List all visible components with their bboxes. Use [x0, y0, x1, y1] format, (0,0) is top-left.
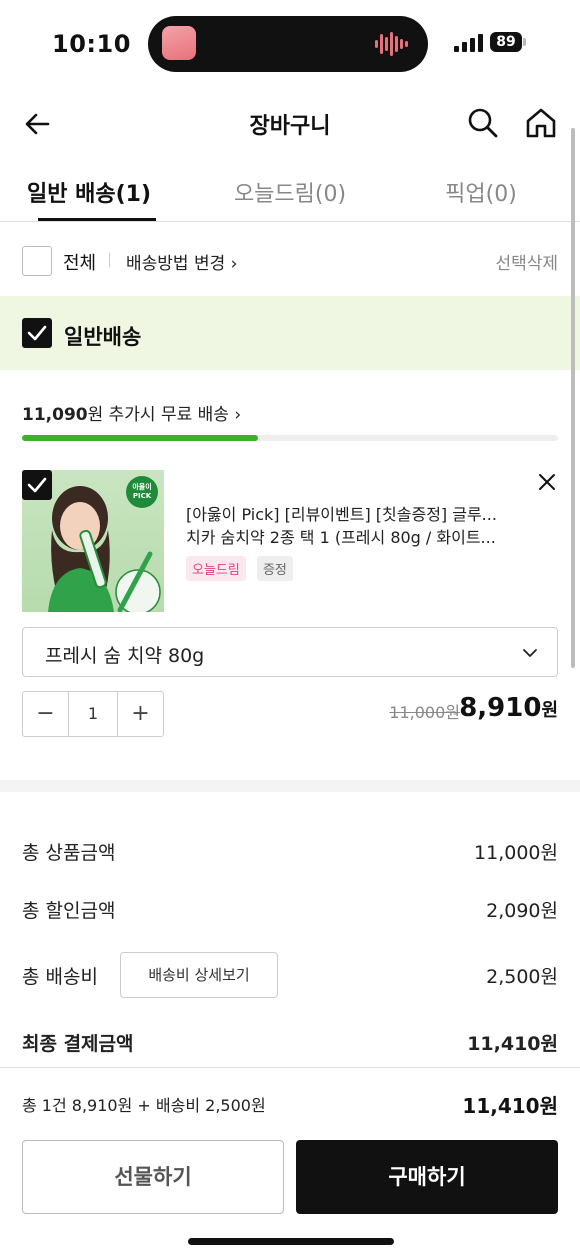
free-shipping-notice[interactable]: 11,090원 추가시 무료 배송 ›: [22, 400, 241, 425]
gift-button[interactable]: 선물하기: [22, 1140, 284, 1214]
checkout-summary: 총 1건 8,910원 + 배송비 2,500원: [22, 1096, 266, 1115]
product-title-line-1: [아욿이 Pick] [리뷰이벤트] [칫솔증정] 글루...: [186, 505, 497, 524]
free-shipping-progress: [22, 435, 558, 441]
buy-button[interactable]: 구매하기: [296, 1140, 558, 1214]
product-image-badge: 아율이 PICK: [126, 476, 158, 508]
change-delivery-method-link[interactable]: 배송방법 변경 ›: [126, 249, 237, 274]
quantity-decrease-button[interactable]: −: [23, 692, 69, 736]
option-value: 프레시 숨 치약 80g: [45, 645, 205, 667]
home-icon[interactable]: [524, 106, 558, 140]
scrollbar[interactable]: [571, 128, 575, 668]
checkout-total: 11,410원: [462, 1094, 558, 1118]
shipping-row: 총 배송비 2,500원: [22, 962, 558, 994]
checkmark-icon: [27, 325, 47, 341]
tab-general-delivery[interactable]: 일반 배송(1): [22, 176, 156, 208]
sale-price-unit: 원: [541, 700, 558, 721]
chevron-down-icon: [523, 649, 537, 657]
final-total-row: 최종 결제금액 11,410원: [22, 1029, 558, 1061]
audio-waveform-icon: [375, 32, 408, 56]
total-product-row: 총 상품금액 11,000원: [22, 838, 558, 870]
battery-icon: 89: [490, 32, 526, 54]
home-indicator[interactable]: [188, 1238, 394, 1245]
select-row: 전체 배송방법 변경 › 선택삭제: [0, 236, 580, 284]
search-icon[interactable]: [466, 106, 500, 140]
shipping-label: 총 배송비: [22, 966, 98, 988]
tab-today-dream[interactable]: 오늘드림(0): [210, 176, 370, 208]
now-playing-artwork: [162, 26, 196, 60]
product-checkbox[interactable]: [22, 470, 52, 500]
discount-label: 총 할인금액: [22, 900, 116, 922]
quantity-value[interactable]: 1: [69, 692, 117, 736]
product-title-line-2: 치카 숨치약 2종 택 1 (프레시 80g / 화이트...: [186, 528, 496, 547]
status-bar: 10:10 89: [0, 0, 580, 88]
discount-row: 총 할인금액 2,090원: [22, 896, 558, 928]
checkmark-icon: [27, 477, 47, 493]
battery-level: 89: [490, 32, 522, 52]
select-all-checkbox[interactable]: [22, 246, 52, 276]
final-total-value: 11,410원: [467, 1033, 558, 1055]
close-icon[interactable]: [535, 470, 559, 494]
free-shipping-text: 원 추가시 무료 배송 ›: [87, 405, 242, 425]
discount-value: 2,090원: [486, 900, 558, 922]
quantity-stepper: − 1 +: [22, 691, 164, 737]
total-product-value: 11,000원: [474, 842, 558, 864]
sale-price: 8,910원: [459, 693, 558, 723]
original-price: 11,000원: [389, 703, 460, 722]
select-all-label[interactable]: 전체: [63, 249, 96, 275]
shipping-value: 2,500원: [486, 966, 558, 988]
quantity-increase-button[interactable]: +: [117, 692, 163, 736]
shipping-detail-button[interactable]: 배송비 상세보기: [120, 952, 278, 998]
progress-fill: [22, 435, 258, 441]
total-product-label: 총 상품금액: [22, 842, 116, 864]
section-divider: [0, 780, 580, 792]
tab-pickup[interactable]: 픽업(0): [426, 176, 536, 208]
active-tab-indicator: [38, 218, 156, 221]
delivery-tabs: 일반 배송(1) 오늘드림(0) 픽업(0): [0, 160, 580, 222]
option-select[interactable]: 프레시 숨 치약 80g: [22, 627, 558, 677]
cellular-signal-icon: [454, 34, 483, 52]
badge-today-dream: 오늘드림: [186, 556, 246, 581]
delete-selected-button[interactable]: 선택삭제: [495, 249, 558, 274]
product-badges: 오늘드림 증정: [186, 556, 299, 581]
checkout-bar: 총 1건 8,910원 + 배송비 2,500원 11,410원 선물하기 구매…: [0, 1067, 580, 1257]
final-total-label: 최종 결제금액: [22, 1033, 134, 1055]
status-time: 10:10: [52, 30, 131, 58]
product-title[interactable]: [아욿이 Pick] [리뷰이벤트] [칫솔증정] 글루... 치카 숨치약 2…: [186, 503, 536, 549]
page-header: 장바구니: [0, 96, 580, 152]
sale-price-value: 8,910: [459, 693, 542, 723]
dynamic-island: [148, 16, 428, 72]
free-shipping-amount: 11,090: [22, 405, 88, 425]
general-delivery-group: 일반배송: [0, 296, 580, 370]
group-checkbox[interactable]: [22, 318, 52, 348]
badge-gift: 증정: [256, 556, 293, 581]
group-label: 일반배송: [64, 325, 142, 349]
divider: [109, 253, 110, 267]
